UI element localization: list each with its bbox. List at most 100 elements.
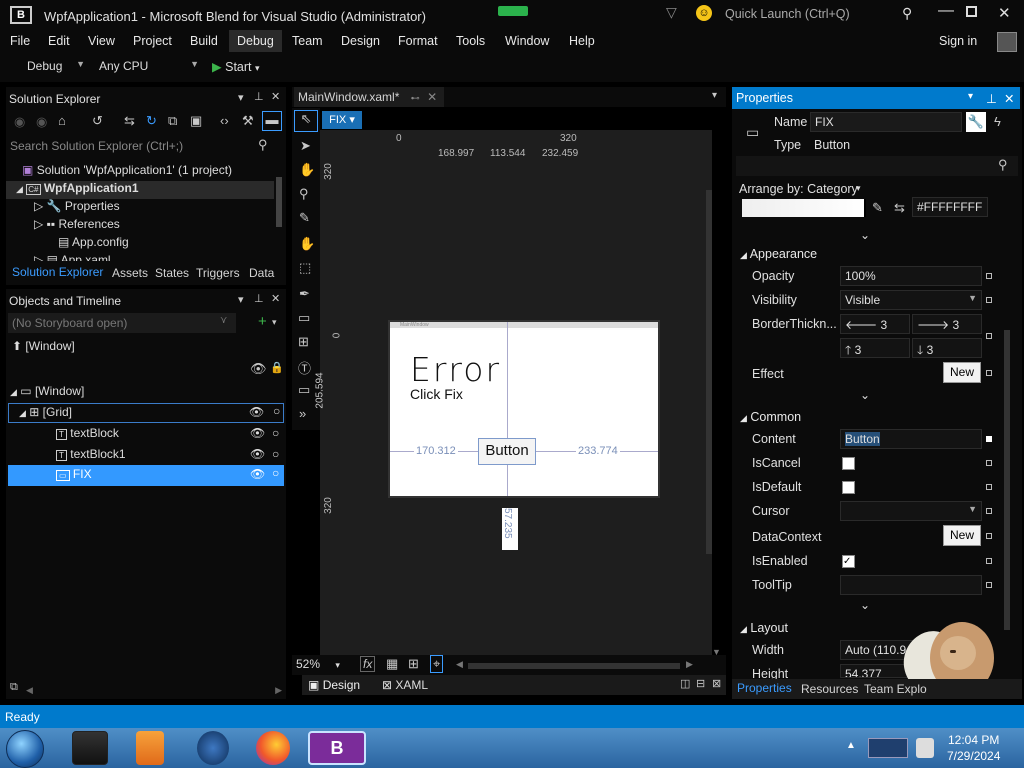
button-tool-icon[interactable]: ▭ bbox=[298, 382, 310, 398]
media-player-icon[interactable] bbox=[136, 731, 164, 765]
show-all-icon[interactable]: ▣ bbox=[190, 113, 202, 129]
dropdown-icon[interactable]: ▾ bbox=[968, 91, 973, 102]
pen-tool-icon[interactable]: ✒ bbox=[299, 286, 310, 302]
collapse-icon[interactable]: ⧉ bbox=[168, 113, 177, 129]
menu-view[interactable]: View bbox=[88, 34, 115, 48]
close-icon[interactable]: ✕ bbox=[271, 90, 280, 103]
scroll-right-icon[interactable]: ▶ bbox=[686, 659, 693, 670]
advanced-options-marker[interactable] bbox=[986, 508, 992, 514]
menu-design[interactable]: Design bbox=[341, 34, 380, 48]
selection-tool-icon[interactable]: ⇖ bbox=[294, 110, 318, 132]
pan-hand-icon[interactable]: ✋ bbox=[299, 162, 315, 178]
tree-window[interactable]: ◢ ▭ [Window] bbox=[10, 384, 84, 402]
design-canvas[interactable]: 0 320 168.997 113.544 232.459 320 0 320 … bbox=[315, 130, 712, 655]
menu-edit[interactable]: Edit bbox=[48, 34, 70, 48]
layout-section[interactable]: ◢ Layout bbox=[740, 621, 788, 635]
events-bolt-icon[interactable]: ϟ bbox=[994, 114, 1001, 129]
blend-taskbar-icon[interactable]: B bbox=[308, 731, 366, 765]
filter-icon[interactable]: ▽ bbox=[666, 4, 677, 21]
visibility-dropdown[interactable]: Visible ▼ bbox=[840, 290, 982, 310]
sign-in-link[interactable]: Sign in bbox=[939, 34, 977, 48]
assets-expand-icon[interactable]: » bbox=[299, 406, 306, 421]
app-config-node[interactable]: ▤ App.config bbox=[58, 235, 129, 253]
menu-build[interactable]: Build bbox=[190, 34, 218, 48]
platform-dropdown[interactable]: Any CPU ▼ bbox=[94, 56, 204, 76]
home-icon[interactable]: ⌂ bbox=[58, 113, 66, 128]
common-section[interactable]: ◢ Common bbox=[740, 410, 801, 424]
split-vertical-icon[interactable]: ◫ bbox=[680, 677, 690, 690]
swap-icon[interactable]: ⇆ bbox=[894, 200, 905, 216]
advanced-options-marker[interactable] bbox=[986, 297, 992, 303]
expand-more-icon[interactable]: ⌄ bbox=[860, 388, 870, 402]
snap-points-icon[interactable]: ⌖ bbox=[430, 655, 444, 673]
tray-expand-icon[interactable]: ▲ bbox=[846, 740, 856, 751]
opacity-field[interactable]: 100% bbox=[840, 266, 982, 286]
forward-icon[interactable]: ◉ bbox=[36, 114, 47, 130]
advanced-options-marker[interactable] bbox=[986, 558, 992, 564]
feedback-smiley-icon[interactable]: ☺ bbox=[696, 5, 712, 21]
tab-solution-explorer[interactable]: Solution Explorer bbox=[12, 265, 103, 279]
snap-gridlines-icon[interactable]: ⊞ bbox=[408, 656, 419, 672]
name-field[interactable]: FIX bbox=[810, 112, 962, 132]
v-scrollbar[interactable] bbox=[706, 190, 712, 554]
tab-triggers[interactable]: Triggers bbox=[196, 266, 240, 280]
expand-more-icon[interactable]: ⌄ bbox=[860, 228, 870, 242]
refresh-icon[interactable]: ↻ bbox=[146, 113, 157, 129]
clock-time[interactable]: 12:04 PM bbox=[948, 733, 999, 747]
code-view-icon[interactable]: ‹› bbox=[220, 113, 229, 128]
preview-icon[interactable]: ▬ bbox=[262, 111, 282, 131]
effects-fx-icon[interactable]: fx bbox=[360, 656, 376, 672]
tab-xaml[interactable]: ⊠ XAML bbox=[382, 678, 428, 692]
eye-icon[interactable]: 👁 bbox=[250, 361, 267, 377]
notification-icon[interactable] bbox=[498, 6, 528, 16]
fix-badge[interactable]: FIX ▾ bbox=[322, 111, 362, 129]
references-node[interactable]: ▷ ▪▪ References bbox=[34, 217, 120, 235]
isenabled-checkbox[interactable]: ✓ bbox=[842, 555, 855, 568]
sync-icon[interactable]: ⇆ bbox=[124, 113, 135, 129]
cursor-dropdown[interactable]: ▼ bbox=[840, 501, 982, 521]
lock-toggle-icon[interactable]: ○ bbox=[272, 466, 279, 480]
menu-debug[interactable]: Debug bbox=[229, 30, 282, 52]
v-scrollbar[interactable] bbox=[1004, 330, 1010, 630]
pin-tab-icon[interactable]: ⊷ bbox=[411, 93, 420, 103]
lock-toggle-icon[interactable]: ○ bbox=[272, 447, 279, 461]
wpf-window-preview[interactable]: MainWindow Error Click Fix 170.312 233.7… bbox=[388, 320, 660, 498]
h-scrollbar-thumb[interactable] bbox=[468, 663, 680, 669]
project-node[interactable]: ◢ C# WpfApplication1 bbox=[6, 181, 274, 199]
content-field[interactable]: Button bbox=[840, 429, 982, 449]
clock-date[interactable]: 7/29/2024 bbox=[947, 749, 1000, 763]
advanced-options-marker[interactable] bbox=[986, 370, 992, 376]
search-icon[interactable]: ⚲ bbox=[998, 157, 1008, 173]
solution-node[interactable]: ▣ Solution 'WpfApplication1' (1 project) bbox=[22, 163, 232, 181]
app-xaml-node[interactable]: ▷ ▤ App.xaml bbox=[34, 253, 111, 261]
storyboard-dropdown[interactable]: (No Storyboard open) bbox=[8, 313, 236, 333]
tree-fix-selected[interactable]: ▭ FIX 👁 ○ bbox=[8, 465, 284, 486]
tree-textblock[interactable]: T textBlock 👁 ○ bbox=[56, 426, 284, 444]
color-hex-field[interactable]: #FFFFFFFF bbox=[912, 197, 988, 217]
restore-button[interactable] bbox=[966, 6, 977, 17]
menu-window[interactable]: Window bbox=[505, 34, 549, 48]
appearance-section[interactable]: ◢ Appearance bbox=[740, 247, 817, 261]
collapse-all-icon[interactable]: ⋎ bbox=[220, 315, 227, 326]
split-horizontal-icon[interactable]: ⊟ bbox=[696, 677, 705, 690]
advanced-options-marker[interactable] bbox=[986, 484, 992, 490]
tray-volume-icon[interactable] bbox=[916, 738, 934, 758]
tab-data[interactable]: Data bbox=[249, 266, 274, 280]
close-tab-icon[interactable]: ✕ bbox=[427, 90, 437, 104]
advanced-options-marker[interactable] bbox=[986, 460, 992, 466]
textblock-tool-icon[interactable]: Ⓣ bbox=[298, 358, 311, 377]
tree-textblock1[interactable]: T textBlock1 👁 ○ bbox=[56, 447, 284, 465]
menu-tools[interactable]: Tools bbox=[456, 34, 485, 48]
menu-help[interactable]: Help bbox=[569, 34, 595, 48]
datacontext-new-button[interactable]: New bbox=[943, 525, 981, 546]
expand-more-icon[interactable]: ⌄ bbox=[860, 598, 870, 612]
add-storyboard-icon[interactable]: + bbox=[258, 313, 267, 330]
properties-wrench-icon[interactable]: ⚒ bbox=[242, 113, 254, 129]
tab-overflow-icon[interactable]: ▾ bbox=[712, 90, 717, 101]
tab-team-explorer[interactable]: Team Explo bbox=[864, 682, 927, 696]
eye-icon[interactable]: 👁 bbox=[250, 426, 265, 440]
scroll-left-icon[interactable]: ◀ bbox=[456, 659, 463, 670]
pin-icon[interactable]: ⊥ bbox=[986, 91, 997, 106]
error-heading[interactable]: Error bbox=[410, 350, 501, 389]
storyboard-menu-icon[interactable]: ▾ bbox=[272, 317, 277, 328]
